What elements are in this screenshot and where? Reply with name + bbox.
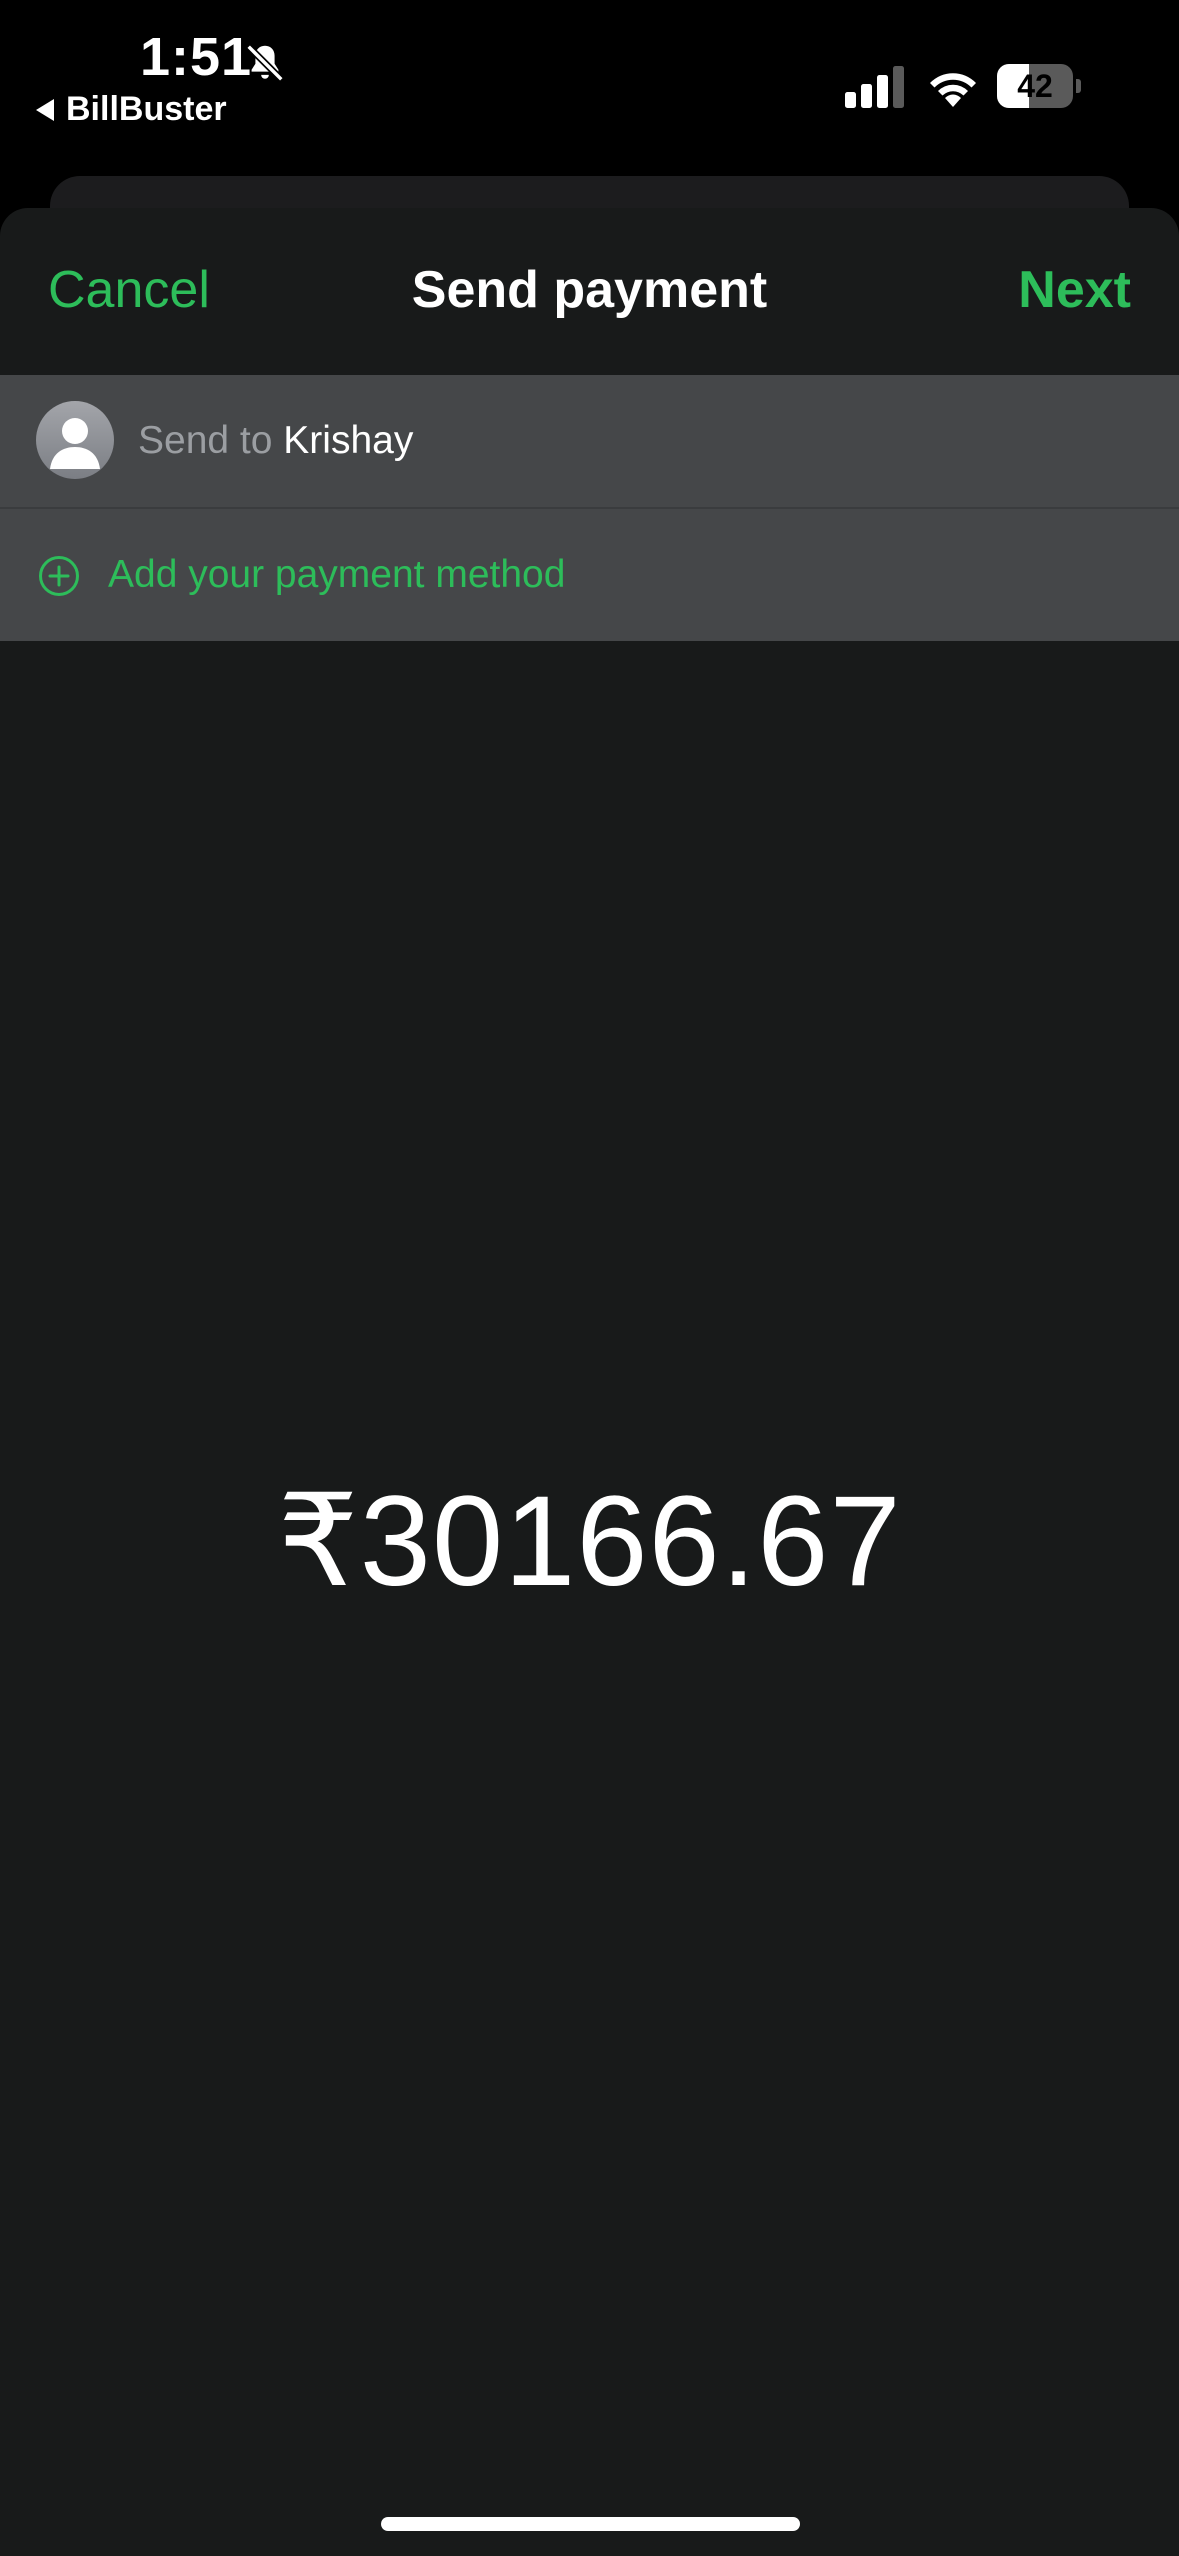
wifi-icon [930, 73, 976, 107]
add-payment-method-row[interactable]: Add your payment method [0, 507, 1179, 641]
back-app-label: BillBuster [66, 90, 227, 128]
nav-bar: Cancel Send payment Next [0, 208, 1179, 375]
next-button[interactable]: Next [1018, 261, 1131, 319]
plus-circle-icon [39, 556, 79, 596]
status-time: 1:51 [140, 27, 253, 87]
battery-percent: 42 [1017, 68, 1053, 104]
recipient-name: Krishay [283, 419, 414, 462]
recipient-row[interactable]: Send to Krishay [0, 375, 1179, 507]
battery-tip [1076, 79, 1081, 93]
add-payment-method-label: Add your payment method [108, 553, 566, 596]
home-indicator[interactable] [381, 2517, 800, 2531]
cellular-signal-icon [845, 66, 904, 108]
send-to-label: Send to [138, 419, 284, 462]
avatar [36, 401, 114, 479]
payment-amount: ₹30166.67 [277, 1470, 902, 1613]
payment-sheet: Cancel Send payment Next Send to Krishay… [0, 208, 1179, 2556]
cancel-button[interactable]: Cancel [48, 261, 210, 319]
payment-details-list: Send to Krishay Add your payment method [0, 375, 1179, 641]
person-silhouette-icon [50, 418, 100, 469]
recipient-text: Send to Krishay [138, 375, 413, 507]
bell-slash-icon [246, 44, 284, 82]
battery-icon: 42 [997, 64, 1081, 108]
back-to-app-button[interactable]: BillBuster [36, 90, 227, 129]
status-bar: 1:51 BillBuster 42 [0, 0, 1179, 175]
back-triangle-icon [36, 98, 54, 121]
